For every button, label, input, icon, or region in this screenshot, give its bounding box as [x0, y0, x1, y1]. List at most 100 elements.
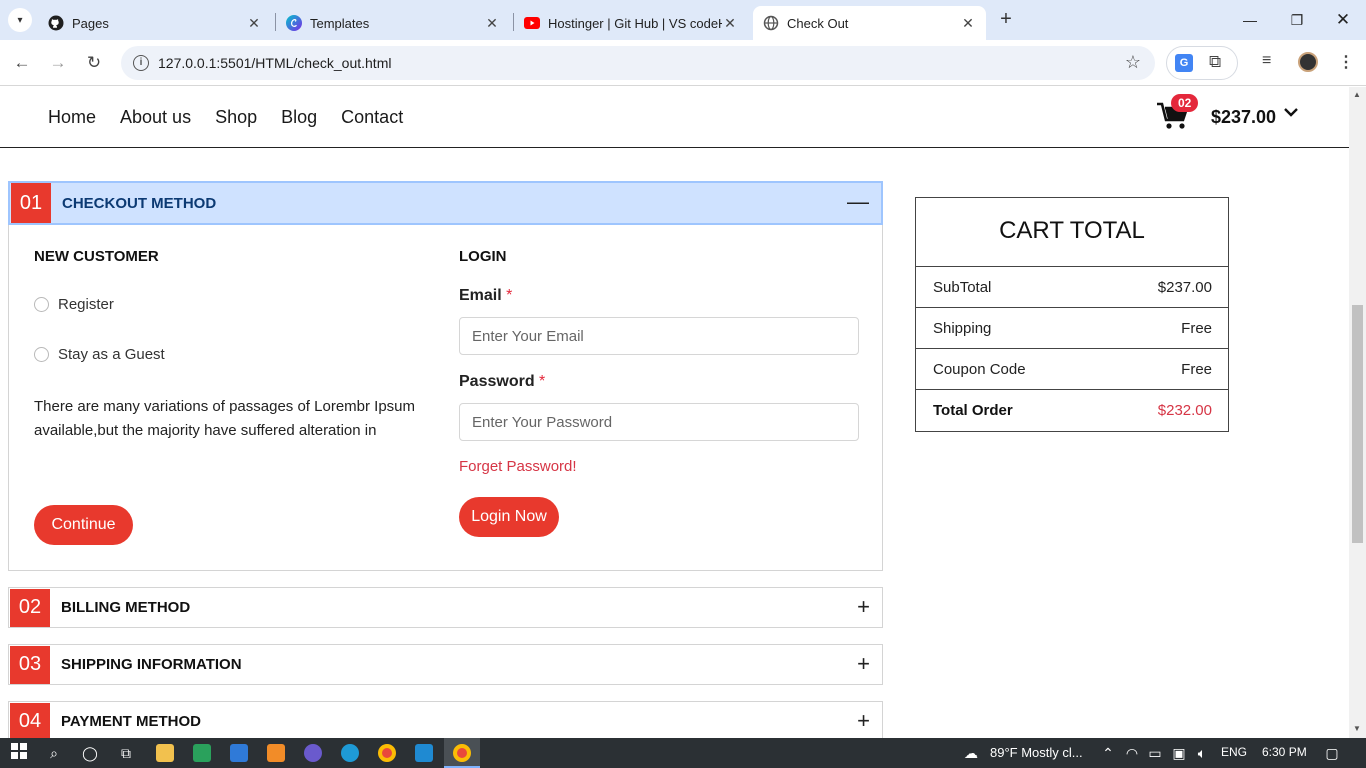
forgot-password-link[interactable]: Forget Password!	[459, 458, 577, 475]
tab-templates[interactable]: Templates ✕	[276, 6, 510, 40]
mail-icon[interactable]	[230, 744, 248, 762]
edge-icon[interactable]	[341, 744, 359, 762]
weather-text[interactable]: 89°F Mostly cl...	[990, 745, 1083, 760]
login-button[interactable]: Login Now	[459, 497, 559, 537]
search-icon[interactable]: ⌕	[44, 743, 64, 763]
star-app-icon[interactable]	[304, 744, 322, 762]
nav-shop[interactable]: Shop	[215, 107, 257, 128]
restore-icon[interactable]: ❐	[1285, 8, 1309, 32]
close-tab-icon[interactable]: ✕	[246, 15, 262, 32]
reload-icon[interactable]: ↻	[83, 52, 105, 74]
checkout-method-header[interactable]: 01 CHECKOUT METHOD —	[8, 181, 883, 225]
step-number: 03	[10, 645, 50, 684]
tab-title: Templates	[310, 15, 370, 31]
scroll-down-arrow-icon[interactable]: ▼	[1353, 724, 1361, 733]
collapse-minus-icon[interactable]: —	[847, 191, 869, 213]
scroll-up-arrow-icon[interactable]: ▲	[1353, 90, 1361, 99]
guest-radio[interactable]	[34, 347, 49, 362]
vscode-icon[interactable]	[415, 744, 433, 762]
language-indicator[interactable]: ENG	[1221, 745, 1247, 759]
row-label: Total Order	[933, 402, 1013, 419]
minimize-icon[interactable]: —	[1238, 8, 1262, 32]
new-tab-button[interactable]: +	[996, 9, 1016, 30]
windows-taskbar: ⌕ ◯ ⧉ ☁ 89°F Mostly cl... ⌃ ◠ ▭ ▣ 🔈︎ ENG…	[0, 738, 1366, 768]
billing-method-header[interactable]: 02 BILLING METHOD +	[9, 588, 882, 627]
nav-home[interactable]: Home	[48, 107, 96, 128]
site-info-icon[interactable]: i	[133, 55, 149, 71]
bookmark-star-icon[interactable]: ☆	[1125, 52, 1141, 73]
back-icon[interactable]: ←	[11, 52, 33, 74]
volume-icon[interactable]: 🔈︎	[1192, 743, 1212, 763]
nav-blog[interactable]: Blog	[281, 107, 317, 128]
coupon-row: Coupon Code Free	[916, 349, 1228, 390]
active-chrome-window[interactable]	[444, 738, 480, 768]
url-text[interactable]: 127.0.0.1:5501/HTML/check_out.html	[158, 55, 391, 71]
row-label: Shipping	[933, 319, 992, 337]
expand-plus-icon[interactable]: +	[857, 596, 870, 618]
payment-method-header[interactable]: 04 PAYMENT METHOD +	[9, 702, 882, 741]
billing-method-section[interactable]: 02 BILLING METHOD +	[8, 587, 883, 628]
guest-option[interactable]: Stay as a Guest	[34, 346, 165, 363]
shipping-information-header[interactable]: 03 SHIPPING INFORMATION +	[9, 645, 882, 684]
close-tab-icon[interactable]: ✕	[484, 15, 500, 32]
register-option[interactable]: Register	[34, 296, 114, 313]
extensions-puzzle-icon[interactable]: ⧉	[1209, 52, 1221, 72]
clock[interactable]: 6:30 PM	[1262, 745, 1307, 759]
tray-chevron-up-icon[interactable]: ⌃	[1098, 743, 1118, 763]
row-value: $237.00	[1157, 278, 1212, 296]
close-tab-icon[interactable]: ✕	[960, 15, 976, 32]
battery-icon[interactable]: ▭	[1145, 743, 1165, 763]
tab-pages[interactable]: Pages ✕	[38, 6, 272, 40]
chevron-down-icon[interactable]	[1283, 105, 1299, 123]
meet-now-icon[interactable]: ▣	[1169, 743, 1189, 763]
checkout-method-section: 01 CHECKOUT METHOD — NEW CUSTOMER Regist…	[8, 181, 883, 571]
tab-hostinger[interactable]: Hostinger | Git Hub | VS codeHo ✕	[514, 6, 748, 40]
cart-total-panel: CART TOTAL SubTotal $237.00 Shipping Fre…	[915, 197, 1229, 432]
wifi-icon[interactable]: ◠	[1122, 743, 1142, 763]
notifications-icon[interactable]: ▢	[1322, 743, 1342, 763]
tab-search-button[interactable]: ▾	[8, 8, 32, 32]
password-field[interactable]	[459, 403, 859, 441]
step-number: 04	[10, 702, 50, 741]
checkout-method-body: NEW CUSTOMER Register Stay as a Guest Th…	[9, 224, 882, 569]
main-nav: Home About us Shop Blog Contact	[48, 107, 403, 128]
nav-about-us[interactable]: About us	[120, 107, 191, 128]
page-scrollbar[interactable]: ▲ ▼	[1349, 87, 1366, 738]
media-control-icon[interactable]: ≡	[1262, 52, 1271, 70]
file-explorer-icon[interactable]	[156, 744, 174, 762]
extensions-group: G ⧉	[1166, 46, 1238, 80]
task-view-icon[interactable]: ⧉	[116, 743, 136, 763]
office-app-icon[interactable]	[267, 744, 285, 762]
expand-plus-icon[interactable]: +	[857, 653, 870, 675]
globe-icon	[763, 15, 779, 31]
github-icon	[48, 15, 64, 31]
menu-kebab-icon[interactable]: ⋮	[1338, 52, 1354, 72]
nav-contact[interactable]: Contact	[341, 107, 403, 128]
payment-method-section[interactable]: 04 PAYMENT METHOD +	[8, 701, 883, 741]
store-icon[interactable]	[193, 744, 211, 762]
cortana-icon[interactable]: ◯	[80, 743, 100, 763]
forward-icon[interactable]: →	[47, 52, 69, 74]
email-field[interactable]	[459, 317, 859, 355]
close-window-icon[interactable]: ✕	[1331, 8, 1355, 32]
google-translate-icon[interactable]: G	[1175, 54, 1193, 72]
register-radio[interactable]	[34, 297, 49, 312]
expand-plus-icon[interactable]: +	[857, 710, 870, 732]
row-value: Free	[1181, 360, 1212, 378]
cart-amount[interactable]: $237.00	[1211, 107, 1276, 128]
chrome-icon[interactable]	[378, 744, 396, 762]
close-tab-icon[interactable]: ✕	[722, 15, 738, 32]
tab-title: Hostinger | Git Hub | VS codeHo	[548, 15, 722, 31]
shipping-information-section[interactable]: 03 SHIPPING INFORMATION +	[8, 644, 883, 685]
weather-cloud-icon[interactable]: ☁	[958, 743, 984, 763]
canva-icon	[286, 15, 302, 31]
new-customer-description: There are many variations of passages of…	[34, 398, 416, 439]
tab-check-out[interactable]: Check Out ✕	[753, 6, 986, 40]
youtube-icon	[524, 15, 540, 31]
continue-button[interactable]: Continue	[34, 505, 133, 545]
address-bar[interactable]: i 127.0.0.1:5501/HTML/check_out.html ☆	[121, 46, 1155, 80]
windows-start-icon[interactable]	[9, 743, 29, 763]
profile-avatar[interactable]	[1298, 52, 1318, 72]
step-number: 02	[10, 588, 50, 627]
scrollbar-thumb[interactable]	[1352, 305, 1363, 543]
